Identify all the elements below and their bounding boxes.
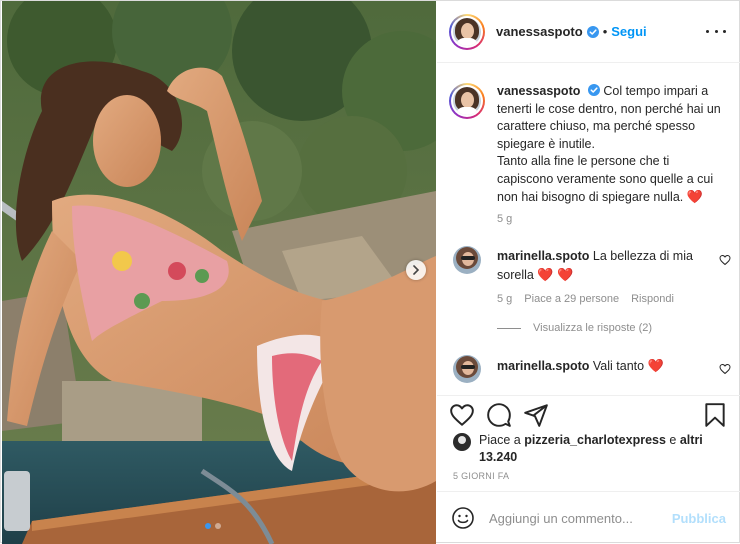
post-side-panel: vanessaspoto • Segui vanessaspoto Col te… <box>437 1 740 544</box>
carousel-indicator <box>205 523 221 529</box>
carousel-dot <box>215 523 221 529</box>
reply-button[interactable]: Rispondi <box>631 293 674 305</box>
verified-badge-icon <box>586 25 599 38</box>
view-replies-button[interactable]: Visualizza le risposte (2) <box>497 322 652 334</box>
liker-avatar[interactable] <box>453 433 471 451</box>
verified-badge-icon <box>587 84 600 96</box>
bookmark-icon[interactable] <box>702 402 728 428</box>
comment-text: marinella.spoto La bellezza di mia sorel… <box>497 248 703 284</box>
chevron-right-icon <box>413 265 420 275</box>
liker-username[interactable]: pizzeria_charlotexpress <box>524 433 666 447</box>
comment-icon[interactable] <box>486 402 512 428</box>
header-separator: • <box>602 24 608 39</box>
caption-text: vanessaspoto Col tempo impari a tenerti … <box>497 83 725 207</box>
post-modal: vanessaspoto • Segui vanessaspoto Col te… <box>0 0 740 544</box>
comment-likes-count[interactable]: Piace a 29 persone <box>524 293 619 305</box>
more-options-icon[interactable] <box>706 23 726 39</box>
carousel-dot-active <box>205 523 211 529</box>
follow-button[interactable]: Segui <box>611 24 646 39</box>
likes-text: Piace a pizzeria_charlotexpress e altri … <box>479 432 709 466</box>
caption-username[interactable]: vanessaspoto <box>497 84 580 98</box>
post-photo[interactable] <box>2 1 436 544</box>
comment-like-icon[interactable] <box>719 254 731 266</box>
comment-meta: 5 g Piace a 29 persone Rispondi <box>497 293 674 305</box>
heart-icon[interactable] <box>449 402 475 428</box>
likes-summary: Piace a pizzeria_charlotexpress e altri … <box>453 432 709 466</box>
comment-body: Vali tanto <box>592 359 645 373</box>
paper-plane-icon[interactable] <box>523 402 549 428</box>
likes-prefix: Piace a <box>479 433 521 447</box>
add-comment-bar: Pubblica <box>437 491 740 544</box>
comment-like-icon[interactable] <box>719 363 731 375</box>
post-header: vanessaspoto • Segui <box>437 1 740 63</box>
comments-list[interactable]: vanessaspoto Col tempo impari a tenerti … <box>437 63 740 395</box>
caption-author-avatar[interactable] <box>449 83 485 119</box>
smiley-icon[interactable] <box>451 506 475 530</box>
publish-button[interactable]: Pubblica <box>672 511 726 526</box>
heart-emoji: ❤️ ❤️ <box>537 266 574 282</box>
caption-timestamp: 5 g <box>497 213 513 225</box>
heart-emoji: ❤️ <box>686 189 703 204</box>
post-photo-illustration <box>2 1 436 544</box>
carousel-next-button[interactable] <box>406 260 426 280</box>
comment-username[interactable]: marinella.spoto <box>497 359 589 373</box>
heart-emoji: ❤️ <box>647 358 664 373</box>
comment-username[interactable]: marinella.spoto <box>497 249 589 263</box>
replies-divider <box>497 327 521 329</box>
comment-input[interactable] <box>489 510 672 526</box>
author-avatar[interactable] <box>449 13 485 50</box>
view-replies-label: Visualizza le risposte (2) <box>533 322 653 334</box>
caption-body: Col tempo impari a tenerti le cose dentr… <box>497 84 721 204</box>
comment-text: marinella.spoto Vali tanto ❤️ <box>497 357 703 376</box>
post-actions: Piace a pizzeria_charlotexpress e altri … <box>437 395 740 491</box>
comment-timestamp: 5 g <box>497 293 513 305</box>
commenter-avatar[interactable] <box>453 246 481 274</box>
likes-suffix: e <box>669 433 677 447</box>
post-time-ago[interactable]: 5 GIORNI FA <box>453 471 509 481</box>
commenter-avatar[interactable] <box>453 355 481 383</box>
author-username[interactable]: vanessaspoto <box>496 24 583 39</box>
